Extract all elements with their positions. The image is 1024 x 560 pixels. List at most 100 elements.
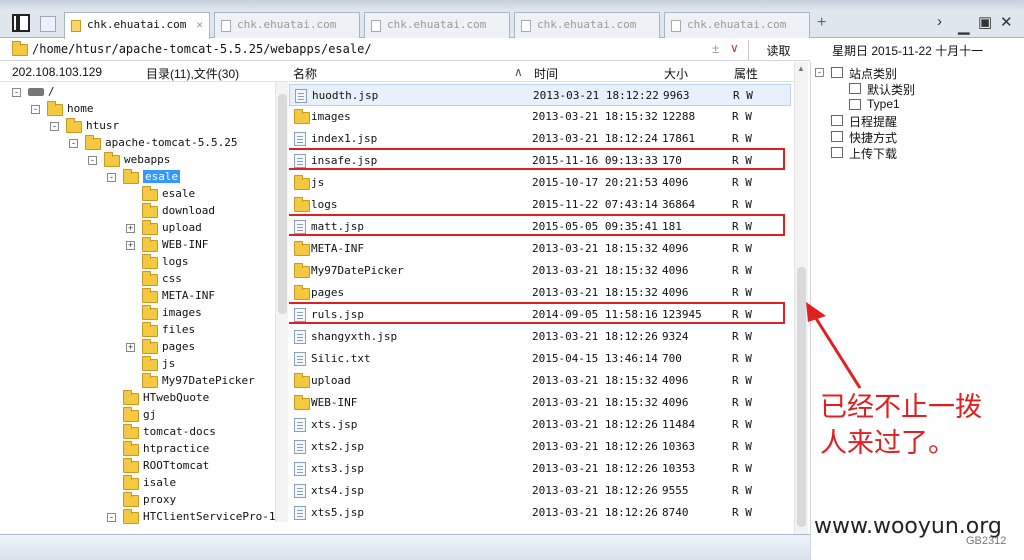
column-time[interactable]: 时间 bbox=[534, 65, 558, 82]
file-name: xts3.jsp bbox=[311, 462, 364, 475]
file-row[interactable]: logs 2015-11-22 07:43:14 36864 R W bbox=[289, 194, 791, 216]
file-row[interactable]: index1.jsp 2013-03-21 18:12:24 17861 R W bbox=[289, 128, 791, 150]
collapse-icon[interactable]: - bbox=[50, 122, 59, 131]
category-icon bbox=[831, 67, 843, 78]
tab-0[interactable]: chk.ehuatai.com ✕ bbox=[64, 12, 210, 39]
file-row[interactable]: xts4.jsp 2013-03-21 18:12:26 9555 R W bbox=[289, 480, 791, 502]
tab-1[interactable]: chk.ehuatai.com bbox=[214, 12, 360, 38]
collapse-icon[interactable]: - bbox=[107, 173, 116, 182]
file-row[interactable]: My97DatePicker 2013-03-21 18:15:32 4096 R W bbox=[289, 260, 791, 282]
collapse-icon[interactable]: - bbox=[31, 105, 40, 114]
file-row[interactable]: xts3.jsp 2013-03-21 18:12:26 10353 R W bbox=[289, 458, 791, 480]
address-path[interactable]: /home/htusr/apache-tomcat-5.5.25/webapps… bbox=[32, 42, 372, 56]
page-icon bbox=[521, 20, 531, 32]
tree-node-label: ROOTtomcat bbox=[143, 459, 210, 472]
tab-label: chk.ehuatai.com bbox=[237, 18, 337, 31]
folder-icon bbox=[123, 509, 139, 524]
file-row[interactable]: pages 2013-03-21 18:15:32 4096 R W bbox=[289, 282, 791, 304]
expand-icon[interactable]: + bbox=[126, 343, 135, 352]
page-icon bbox=[671, 20, 681, 32]
collapse-icon[interactable]: - bbox=[69, 139, 78, 148]
file-size: 9555 bbox=[662, 484, 689, 497]
folder-icon bbox=[142, 271, 158, 286]
chevron-right-icon[interactable]: › bbox=[937, 13, 942, 30]
tree-node-label: / bbox=[48, 85, 55, 98]
chevron-down-icon[interactable]: ∨ bbox=[730, 41, 739, 55]
tree-node-label: css bbox=[162, 272, 182, 285]
blank-tab-icon[interactable] bbox=[40, 16, 56, 32]
file-time: 2013-03-21 18:12:26 bbox=[532, 330, 658, 343]
tab-label: chk.ehuatai.com bbox=[537, 18, 637, 31]
file-row[interactable]: xts.jsp 2013-03-21 18:12:26 11484 R W bbox=[289, 414, 791, 436]
plus-minus-icon[interactable]: ± bbox=[712, 41, 719, 56]
collapse-icon[interactable]: - bbox=[815, 68, 824, 77]
close-window-button[interactable]: ✕ bbox=[1000, 13, 1013, 31]
tab-2[interactable]: chk.ehuatai.com bbox=[364, 12, 510, 38]
file-row[interactable]: WEB-INF 2013-03-21 18:15:32 4096 R W bbox=[289, 392, 791, 414]
tree-node-label: upload bbox=[162, 221, 202, 234]
file-icon bbox=[294, 462, 306, 476]
file-time: 2013-03-21 18:12:26 bbox=[532, 462, 658, 475]
file-size: 12288 bbox=[662, 110, 696, 123]
file-row[interactable]: js 2015-10-17 20:21:53 4096 R W bbox=[289, 172, 791, 194]
file-time: 2015-10-17 20:21:53 bbox=[532, 176, 658, 189]
tree-node-label: pages bbox=[162, 340, 196, 353]
file-size: 4096 bbox=[662, 396, 689, 409]
file-row[interactable]: huodth.jsp 2013-03-21 18:12:22 9963 R W bbox=[289, 84, 791, 106]
minimize-button[interactable]: ▁ bbox=[958, 17, 970, 35]
right-panel-label: 日程提醒 bbox=[849, 115, 898, 129]
highlight-box bbox=[289, 214, 785, 236]
column-name[interactable]: 名称 bbox=[293, 65, 317, 82]
server-ip: 202.108.103.129 bbox=[12, 65, 103, 79]
file-icon bbox=[294, 418, 306, 432]
folder-icon bbox=[123, 390, 139, 405]
new-tab-button[interactable]: + bbox=[817, 14, 826, 32]
collapse-icon[interactable]: - bbox=[107, 513, 116, 522]
panel-toggle-button[interactable] bbox=[12, 14, 30, 32]
folder-icon bbox=[142, 373, 158, 388]
file-row[interactable]: xts2.jsp 2013-03-21 18:12:26 10363 R W bbox=[289, 436, 791, 458]
tree-node-label: js bbox=[162, 357, 176, 370]
collapse-icon[interactable]: - bbox=[88, 156, 97, 165]
file-attr: R W bbox=[732, 418, 752, 431]
file-attr: R W bbox=[732, 462, 752, 475]
file-row[interactable]: upload 2013-03-21 18:15:32 4096 R W bbox=[289, 370, 791, 392]
tree-node-label: gj bbox=[143, 408, 157, 421]
folder-icon bbox=[142, 237, 158, 252]
maximize-button[interactable]: ▣ bbox=[978, 13, 992, 31]
tab-label: chk.ehuatai.com bbox=[387, 18, 487, 31]
file-list-scrollbar[interactable]: ▲ bbox=[794, 62, 808, 534]
sort-asc-icon[interactable]: ∧ bbox=[514, 65, 523, 79]
column-size[interactable]: 大小 bbox=[664, 65, 688, 82]
tree-node-label: webapps bbox=[124, 153, 171, 166]
file-row[interactable]: images 2013-03-21 18:15:32 12288 R W bbox=[289, 106, 791, 128]
close-tab-icon[interactable]: ✕ bbox=[196, 18, 203, 31]
folder-icon bbox=[123, 441, 139, 456]
read-button[interactable]: 读取 bbox=[748, 40, 808, 60]
tree-node-label: proxy bbox=[143, 493, 177, 506]
file-name: WEB-INF bbox=[311, 396, 358, 409]
file-row[interactable]: META-INF 2013-03-21 18:15:32 4096 R W bbox=[289, 238, 791, 260]
file-row[interactable]: Silic.txt 2015-04-15 13:46:14 700 R W bbox=[289, 348, 791, 370]
collapse-icon[interactable]: - bbox=[12, 88, 21, 97]
taskbar bbox=[0, 534, 810, 560]
tree-node-label: HTClientServicePro-1 bbox=[143, 510, 276, 523]
file-attr: R W bbox=[732, 242, 752, 255]
file-attr: R W bbox=[732, 198, 752, 211]
file-attr: R W bbox=[732, 484, 752, 497]
file-attr: R W bbox=[732, 506, 752, 519]
expand-icon[interactable]: + bbox=[126, 241, 135, 250]
file-attr: R W bbox=[732, 440, 752, 453]
folder-icon bbox=[123, 407, 139, 422]
expand-icon[interactable]: + bbox=[126, 224, 135, 233]
highlight-box bbox=[289, 148, 785, 170]
folder-icon bbox=[142, 339, 158, 354]
category-icon bbox=[831, 147, 843, 158]
tab-3[interactable]: chk.ehuatai.com bbox=[514, 12, 660, 38]
file-row[interactable]: shangyxth.jsp 2013-03-21 18:12:26 9324 R W bbox=[289, 326, 791, 348]
file-row[interactable]: xts5.jsp 2013-03-21 18:12:26 8740 R W bbox=[289, 502, 791, 524]
column-attr[interactable]: 属性 bbox=[734, 65, 758, 82]
tree-scrollbar[interactable] bbox=[275, 82, 288, 522]
tab-4[interactable]: chk.ehuatai.com bbox=[664, 12, 810, 38]
folder-icon bbox=[294, 263, 310, 278]
